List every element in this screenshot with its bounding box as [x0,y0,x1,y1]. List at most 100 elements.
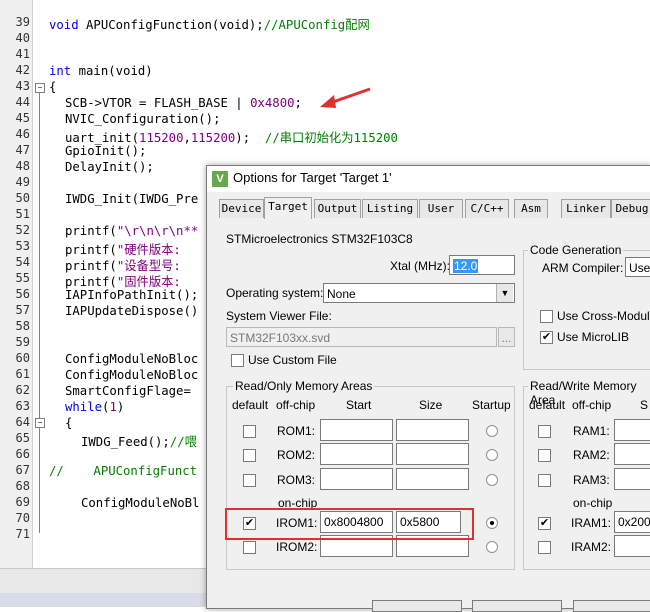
line-number: 68 [15,479,30,493]
arm-compiler-select[interactable]: Use [625,257,650,277]
xtal-input[interactable]: 12.0 [449,255,515,275]
iram2-start-input[interactable] [614,535,650,557]
ram2-label: RAM2: [573,448,610,462]
ram3-default-checkbox[interactable] [538,474,551,487]
xtal-value: 12.0 [453,259,479,273]
ram2-start-input[interactable] [614,443,650,465]
code-line-57: IAPInfoPathInit(); [65,288,199,302]
line-number: 53 [15,239,30,253]
line-number: 41 [15,47,30,61]
code-line-65: { [65,416,73,430]
highlight-box [225,508,474,540]
line-number: 67 [15,463,30,477]
cross-module-checkbox[interactable] [540,310,553,323]
keil-app-icon: V [212,171,228,187]
ram1-label: RAM1: [573,424,610,438]
rom1-startup-radio[interactable] [486,425,498,437]
tab-output[interactable]: Output [314,199,361,218]
tab-target[interactable]: Target [264,197,312,219]
fold-collapse-icon[interactable]: − [35,83,45,93]
irom2-default-checkbox[interactable] [243,541,256,554]
line-number: 56 [15,287,30,301]
rom2-default-checkbox[interactable] [243,449,256,462]
line-number: 39 [15,15,30,29]
line-number: 42 [15,63,30,77]
rom1-default-checkbox[interactable] [243,425,256,438]
chevron-down-icon: ▼ [496,284,513,302]
line-number: 51 [15,207,30,221]
line-number: 71 [15,527,30,541]
code-line-45: SCB->VTOR = FLASH_BASE | 0x4800; [65,96,302,110]
annotation-arrow-icon [320,87,371,108]
fold-collapse-icon[interactable]: − [35,418,45,428]
ram-header-default: default [529,398,566,412]
line-number: 55 [15,271,30,285]
rom3-default-checkbox[interactable] [243,474,256,487]
irom2-label: IROM2: [276,540,318,554]
iram2-default-checkbox[interactable] [538,541,551,554]
code-line-39: void APUConfigFunction(void);//APUConfig… [49,18,370,32]
code-line-58: IAPUpdateDispose() [65,304,199,318]
iram1-label: IRAM1: [571,516,612,530]
rom3-start-input[interactable] [320,468,393,490]
code-line-49: DelayInit(); [65,160,154,174]
tab-debug[interactable]: Debug [611,199,650,218]
iram1-start-input[interactable]: 0x2000 [614,511,650,533]
ram3-start-input[interactable] [614,468,650,490]
rom2-label: ROM2: [277,448,316,462]
defaults-button[interactable] [573,600,650,612]
rom-header-startup: Startup [472,398,511,412]
line-number: 46 [15,127,30,141]
tab-listing[interactable]: Listing [362,199,418,218]
browse-button[interactable]: ... [498,327,515,347]
rom1-size-input[interactable] [396,419,469,441]
ram1-start-input[interactable] [614,419,650,441]
rom2-startup-radio[interactable] [486,449,498,461]
horizontal-scrollbar[interactable] [0,568,210,594]
code-line-61: ConfigModuleNoBloc [65,352,199,366]
ram1-default-checkbox[interactable] [538,425,551,438]
xtal-label: Xtal (MHz): [390,259,450,273]
code-line-66: IWDG_Feed();//喂 [81,435,197,449]
line-number: 40 [15,31,30,45]
rom-header-start: Start [346,398,372,412]
os-select[interactable]: None ▼ [323,283,515,303]
rom1-start-input[interactable] [320,419,393,441]
ram3-label: RAM3: [573,473,610,487]
rom2-start-input[interactable] [320,443,393,465]
tab-c-cpp[interactable]: C/C++ [465,199,509,218]
iram2-label: IRAM2: [571,540,612,554]
cancel-button[interactable] [472,600,562,612]
code-line-48: GpioInit(); [65,144,147,158]
tab-device[interactable]: Device [219,199,264,218]
rom-group-title: Read/Only Memory Areas [233,379,375,393]
svf-label: System Viewer File: [226,309,332,323]
irom2-startup-radio[interactable] [486,541,498,553]
svf-input[interactable]: STM32F103xx.svd [226,327,497,347]
ram2-default-checkbox[interactable] [538,449,551,462]
iram1-default-checkbox[interactable]: ✔ [538,517,551,530]
line-number: 43 [15,79,30,93]
rom-header-size: Size [419,398,443,412]
rom2-size-input[interactable] [396,443,469,465]
dialog-titlebar[interactable]: V Options for Target 'Target 1' [207,166,650,192]
tab-user[interactable]: User [419,199,463,218]
use-custom-file-checkbox[interactable] [231,354,244,367]
line-number: 58 [15,319,30,333]
irom1-startup-radio[interactable] [486,517,498,529]
rom3-size-input[interactable] [396,468,469,490]
ok-button[interactable] [372,600,462,612]
device-name: STMicroelectronics STM32F103C8 [226,232,413,246]
rom3-label: ROM3: [277,473,316,487]
rom3-startup-radio[interactable] [486,474,498,486]
tab-asm[interactable]: Asm [514,199,548,218]
line-number: 45 [15,111,30,125]
ram-header-offchip: off-chip [572,398,612,412]
microlib-checkbox[interactable]: ✔ [540,331,553,344]
rom1-label: ROM1: [277,424,316,438]
os-select-value: None [327,287,356,301]
rom-header-default: default [232,398,269,412]
line-number: 64 [15,415,30,429]
code-line-53: printf("\r\n\r\n** [65,224,199,238]
tab-linker[interactable]: Linker [561,199,611,218]
